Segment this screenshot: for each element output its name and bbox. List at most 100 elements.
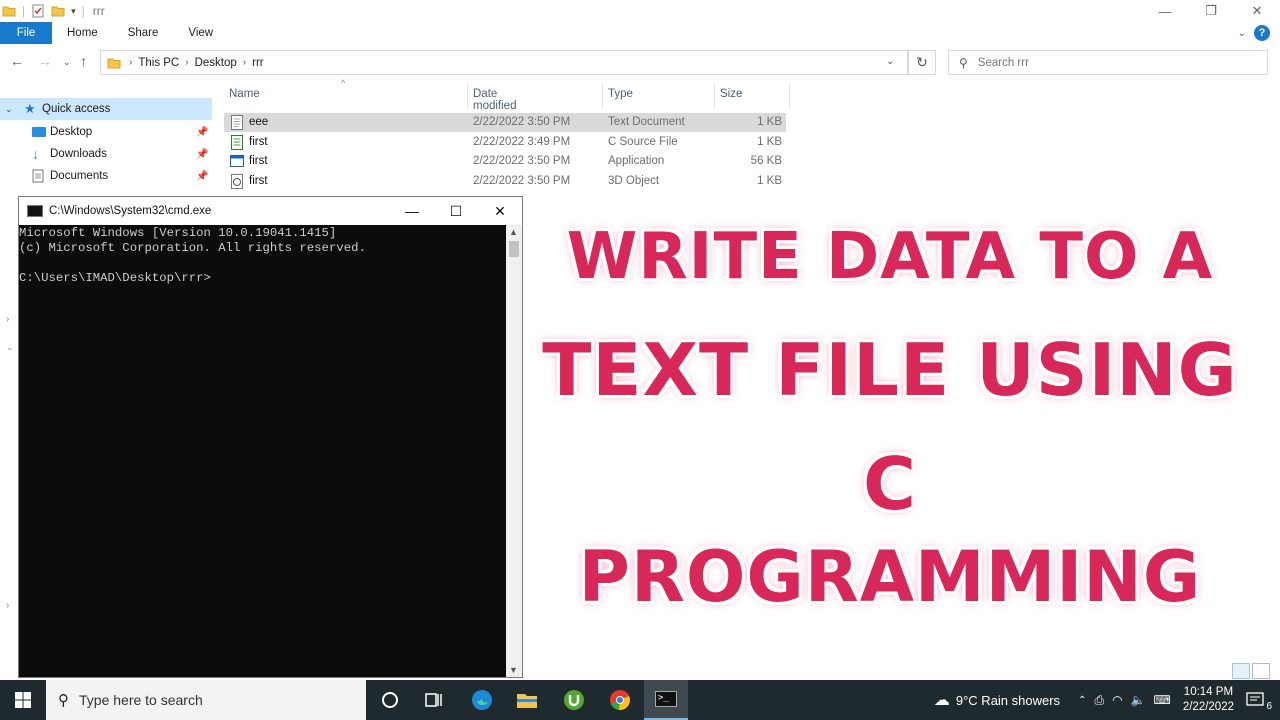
column-divider[interactable]: [714, 84, 715, 108]
window-controls: — ❐ ✕: [1142, 0, 1280, 22]
taskbar-search-box[interactable]: ⚲ Type here to search: [46, 680, 366, 720]
pin-icon[interactable]: 📌: [196, 149, 208, 160]
meet-now-icon[interactable]: ⎙: [1094, 693, 1104, 708]
properties-icon[interactable]: [31, 4, 45, 18]
refresh-icon[interactable]: ↻: [908, 50, 936, 75]
large-icons-view-icon[interactable]: [1252, 663, 1270, 679]
sidebar-item-documents[interactable]: Documents 📌: [0, 165, 212, 187]
cmd-scrollbar[interactable]: ▲ ▼: [506, 225, 522, 677]
maximize-button[interactable]: ☐: [434, 197, 478, 225]
restore-button[interactable]: ❐: [1188, 0, 1234, 22]
search-icon: ⚲: [959, 55, 968, 70]
recent-locations-icon[interactable]: ⌄: [63, 57, 71, 68]
close-button[interactable]: ✕: [478, 197, 522, 225]
start-button[interactable]: [0, 680, 46, 720]
address-dropdown-icon[interactable]: ⌄: [886, 56, 894, 67]
edge-browser-icon[interactable]: [470, 688, 494, 712]
breadcrumb-rrr[interactable]: rrr: [252, 57, 264, 69]
task-view-icon[interactable]: [422, 688, 446, 712]
file-date: 2/22/2022 3:49 PM: [473, 136, 571, 148]
details-view-icon[interactable]: [1232, 663, 1250, 679]
up-arrow-icon[interactable]: ↑: [80, 53, 87, 69]
download-icon: ↓: [32, 146, 39, 162]
file-name: eee: [249, 116, 269, 128]
cmd-console[interactable]: Microsoft Windows [Version 10.0.19041.14…: [19, 225, 506, 677]
column-divider[interactable]: [467, 84, 468, 108]
file-name: first: [249, 155, 268, 167]
overlay-line: WRITE DATA TO A: [566, 220, 1214, 294]
pin-icon[interactable]: 📌: [196, 171, 208, 182]
desktop-folder-icon: [32, 127, 46, 137]
file-row[interactable]: first 2/22/2022 3:50 PM 3D Object 1 KB: [224, 172, 786, 191]
scroll-down-icon[interactable]: ▼: [509, 665, 518, 675]
file-explorer-icon[interactable]: [515, 688, 539, 712]
sidebar-item-quick-access[interactable]: ⌄ ★ Quick access: [0, 98, 212, 120]
expand-ribbon-icon[interactable]: ⌄: [1238, 28, 1246, 39]
keyboard-icon[interactable]: ⌨: [1154, 693, 1171, 707]
chevron-down-icon[interactable]: ⌄: [5, 104, 13, 115]
chevron-down-icon[interactable]: ⌄: [6, 342, 14, 353]
taskbar-clock[interactable]: 10:14 PM 2/22/2022: [1183, 685, 1234, 715]
cmd-window[interactable]: C:\Windows\System32\cmd.exe — ☐ ✕ Micros…: [18, 196, 523, 678]
sidebar-item-label: Quick access: [42, 103, 111, 115]
scroll-thumb[interactable]: [509, 241, 519, 257]
notification-center-button[interactable]: 6: [1244, 686, 1272, 714]
rain-cloud-icon[interactable]: ☁: [934, 690, 950, 710]
column-divider[interactable]: [602, 84, 603, 108]
column-size[interactable]: Size: [720, 88, 742, 100]
window-title: rrr: [92, 4, 105, 18]
system-tray: ☁ 9°C Rain showers ⌃ ⎙ ◠ 🔈 ⌨ 10:14 PM 2/…: [934, 680, 1280, 720]
volume-icon[interactable]: 🔈: [1131, 693, 1146, 707]
breadcrumb-desktop[interactable]: Desktop: [195, 57, 237, 69]
close-button[interactable]: ✕: [1234, 0, 1280, 22]
chevron-right-icon[interactable]: ›: [6, 600, 9, 611]
column-type[interactable]: Type: [608, 88, 633, 100]
cortana-icon[interactable]: [378, 688, 402, 712]
new-folder-icon[interactable]: [51, 4, 65, 18]
file-row[interactable]: first 2/22/2022 3:49 PM C Source File 1 …: [224, 133, 786, 152]
minimize-button[interactable]: —: [390, 197, 434, 225]
tab-view[interactable]: View: [173, 22, 228, 44]
breadcrumb-this-pc[interactable]: This PC: [138, 57, 179, 69]
search-input[interactable]: ⚲ Search rrr: [948, 50, 1268, 75]
back-arrow-icon[interactable]: ←: [10, 53, 24, 69]
notification-count: 6: [1266, 701, 1272, 712]
utorrent-icon[interactable]: [562, 688, 586, 712]
terminal-icon: >_: [655, 691, 677, 707]
search-placeholder: Search rrr: [977, 56, 1029, 69]
column-date-modified[interactable]: Date modified: [473, 88, 516, 112]
chevron-up-icon[interactable]: ⌃: [1078, 695, 1086, 706]
c-source-icon: [231, 135, 243, 150]
pin-icon[interactable]: 📌: [196, 127, 208, 138]
breadcrumb-separator-icon[interactable]: ›: [243, 57, 246, 68]
column-name[interactable]: Name: [229, 88, 260, 100]
clock-date: 2/22/2022: [1182, 701, 1234, 713]
column-divider[interactable]: [789, 84, 790, 108]
help-icon[interactable]: ?: [1254, 25, 1270, 41]
weather-text[interactable]: 9°C Rain showers: [956, 693, 1060, 708]
documents-icon: [32, 169, 44, 183]
folder-icon: [2, 6, 16, 17]
divider: |: [81, 4, 85, 18]
minimize-button[interactable]: —: [1142, 0, 1188, 22]
sidebar-item-downloads[interactable]: ↓ Downloads 📌: [0, 143, 212, 165]
tab-file[interactable]: File: [0, 22, 52, 44]
breadcrumb-separator-icon[interactable]: ›: [185, 57, 188, 68]
address-bar[interactable]: › This PC › Desktop › rrr: [100, 50, 908, 75]
tab-share[interactable]: Share: [113, 22, 174, 44]
quick-access-toolbar: | ▾: [0, 4, 76, 18]
chevron-right-icon[interactable]: ›: [6, 314, 9, 325]
sidebar-item-desktop[interactable]: Desktop 📌: [0, 121, 212, 143]
scroll-up-icon[interactable]: ▲: [509, 227, 518, 237]
chrome-icon[interactable]: [608, 688, 632, 712]
tab-home[interactable]: Home: [52, 22, 113, 44]
file-row[interactable]: eee 2/22/2022 3:50 PM Text Document 1 KB: [224, 113, 786, 132]
customize-toolbar-icon[interactable]: ▾: [71, 6, 76, 17]
cmd-title-bar[interactable]: C:\Windows\System32\cmd.exe — ☐ ✕: [19, 197, 522, 225]
file-row[interactable]: first 2/22/2022 3:50 PM Application 56 K…: [224, 152, 786, 171]
file-date: 2/22/2022 3:50 PM: [473, 155, 571, 167]
wifi-icon[interactable]: ◠: [1112, 693, 1122, 707]
taskbar-cmd-button[interactable]: >_: [644, 680, 688, 720]
forward-arrow-icon[interactable]: →: [38, 53, 52, 69]
text-file-icon: [231, 115, 243, 130]
